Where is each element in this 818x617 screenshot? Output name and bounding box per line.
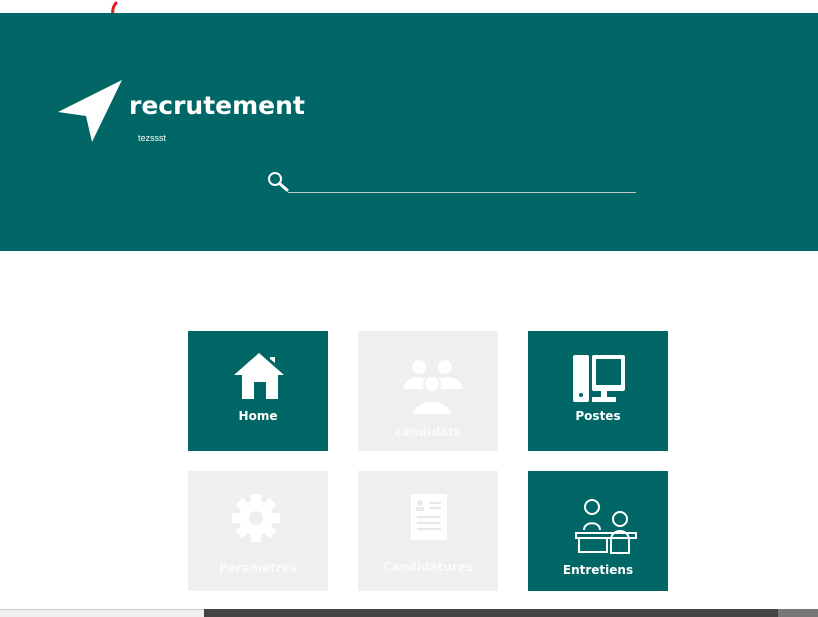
horizontal-scrollbar[interactable] bbox=[0, 609, 818, 617]
navigation-arrow-logo-icon bbox=[58, 80, 122, 142]
app-title: recrutement bbox=[129, 91, 305, 120]
tile-label: Paramètres bbox=[218, 561, 298, 575]
tile-postes[interactable]: Postes bbox=[528, 331, 668, 451]
gear-icon bbox=[232, 494, 280, 542]
tile-label: Home bbox=[238, 409, 278, 423]
tile-label: candidats bbox=[394, 425, 462, 439]
scrollbar-track[interactable] bbox=[0, 609, 204, 617]
tile-parametres[interactable]: Paramètres bbox=[188, 471, 328, 591]
tile-home[interactable]: Home bbox=[188, 331, 328, 451]
search-input[interactable] bbox=[288, 176, 636, 193]
header: recrutement tezssst bbox=[0, 13, 818, 251]
tile-label: Postes bbox=[575, 409, 621, 423]
document-icon bbox=[411, 494, 447, 540]
tile-candidats[interactable]: candidats bbox=[358, 331, 498, 451]
app-subtitle: tezssst bbox=[138, 133, 167, 143]
computer-icon bbox=[573, 355, 625, 402]
scrollbar-thumb[interactable] bbox=[204, 609, 778, 617]
tile-label: Candidatures bbox=[382, 560, 474, 574]
tile-label: Entretiens bbox=[562, 563, 634, 577]
users-icon bbox=[403, 360, 463, 414]
tile-candidatures[interactable]: Candidatures bbox=[358, 471, 498, 591]
home-icon bbox=[234, 353, 284, 399]
tile-entretiens[interactable]: Entretiens bbox=[528, 471, 668, 591]
interview-icon bbox=[575, 499, 637, 554]
search-icon[interactable] bbox=[267, 171, 289, 193]
